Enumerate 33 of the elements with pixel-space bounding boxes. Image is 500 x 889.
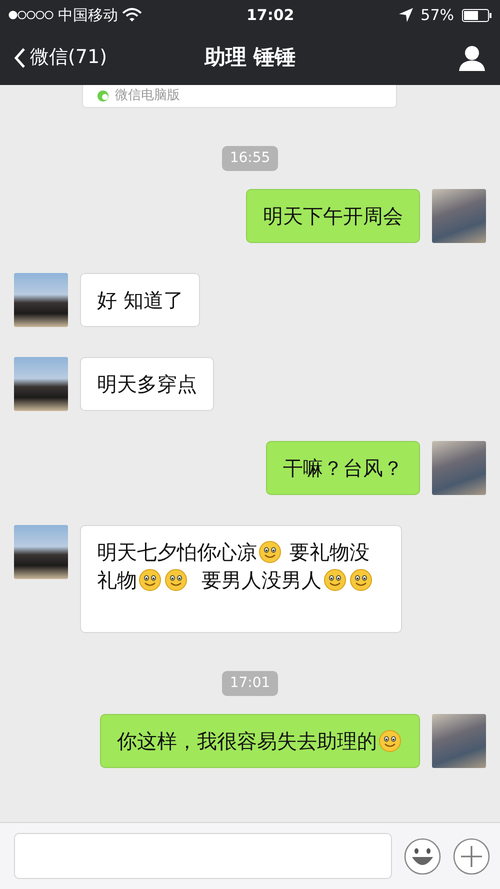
smiley-icon (139, 569, 161, 591)
signal-icon (8, 10, 54, 20)
notice-text: 微信电脑版 (115, 87, 180, 106)
smiley-icon (324, 569, 346, 591)
avatar-photo[interactable] (14, 525, 68, 579)
message-bubble: 好 知道了 (80, 273, 200, 327)
emoji-button[interactable] (404, 838, 441, 874)
wechat-logo-icon (97, 90, 109, 102)
message-bubble: 明天下午开周会 (246, 189, 420, 243)
battery-percent: 57% (420, 4, 454, 26)
chat-title: 助理 锤锤 (204, 44, 296, 69)
timestamp: 16:55 (222, 146, 278, 171)
wifi-icon (122, 8, 142, 22)
smiley-icon (165, 569, 187, 591)
status-time: 17:02 (246, 4, 294, 26)
timestamp: 17:01 (222, 671, 278, 696)
smiley-icon (379, 730, 401, 752)
avatar-photo[interactable] (14, 357, 68, 411)
avatar-photo[interactable] (14, 273, 68, 327)
location-arrow-icon (398, 8, 413, 22)
back-button[interactable]: 微信(71) (14, 43, 108, 72)
smiley-icon (259, 541, 281, 563)
message-bubble: 明天七夕怕你心凉 要礼物没礼物 要男人没男人 (80, 525, 402, 633)
profile-button[interactable] (458, 44, 486, 70)
battery-icon (462, 8, 492, 22)
back-chevron-icon (14, 46, 26, 68)
add-button[interactable] (453, 838, 490, 874)
message-input[interactable] (14, 833, 392, 879)
carrier-name: 中国移动 (58, 4, 118, 26)
message-bubble: 干嘛？台风？ (266, 441, 420, 495)
message-bubble: 你这样，我很容易失去助理的 (100, 714, 420, 768)
smiley-icon (350, 569, 372, 591)
message-bubble: 明天多穿点 (80, 357, 214, 411)
